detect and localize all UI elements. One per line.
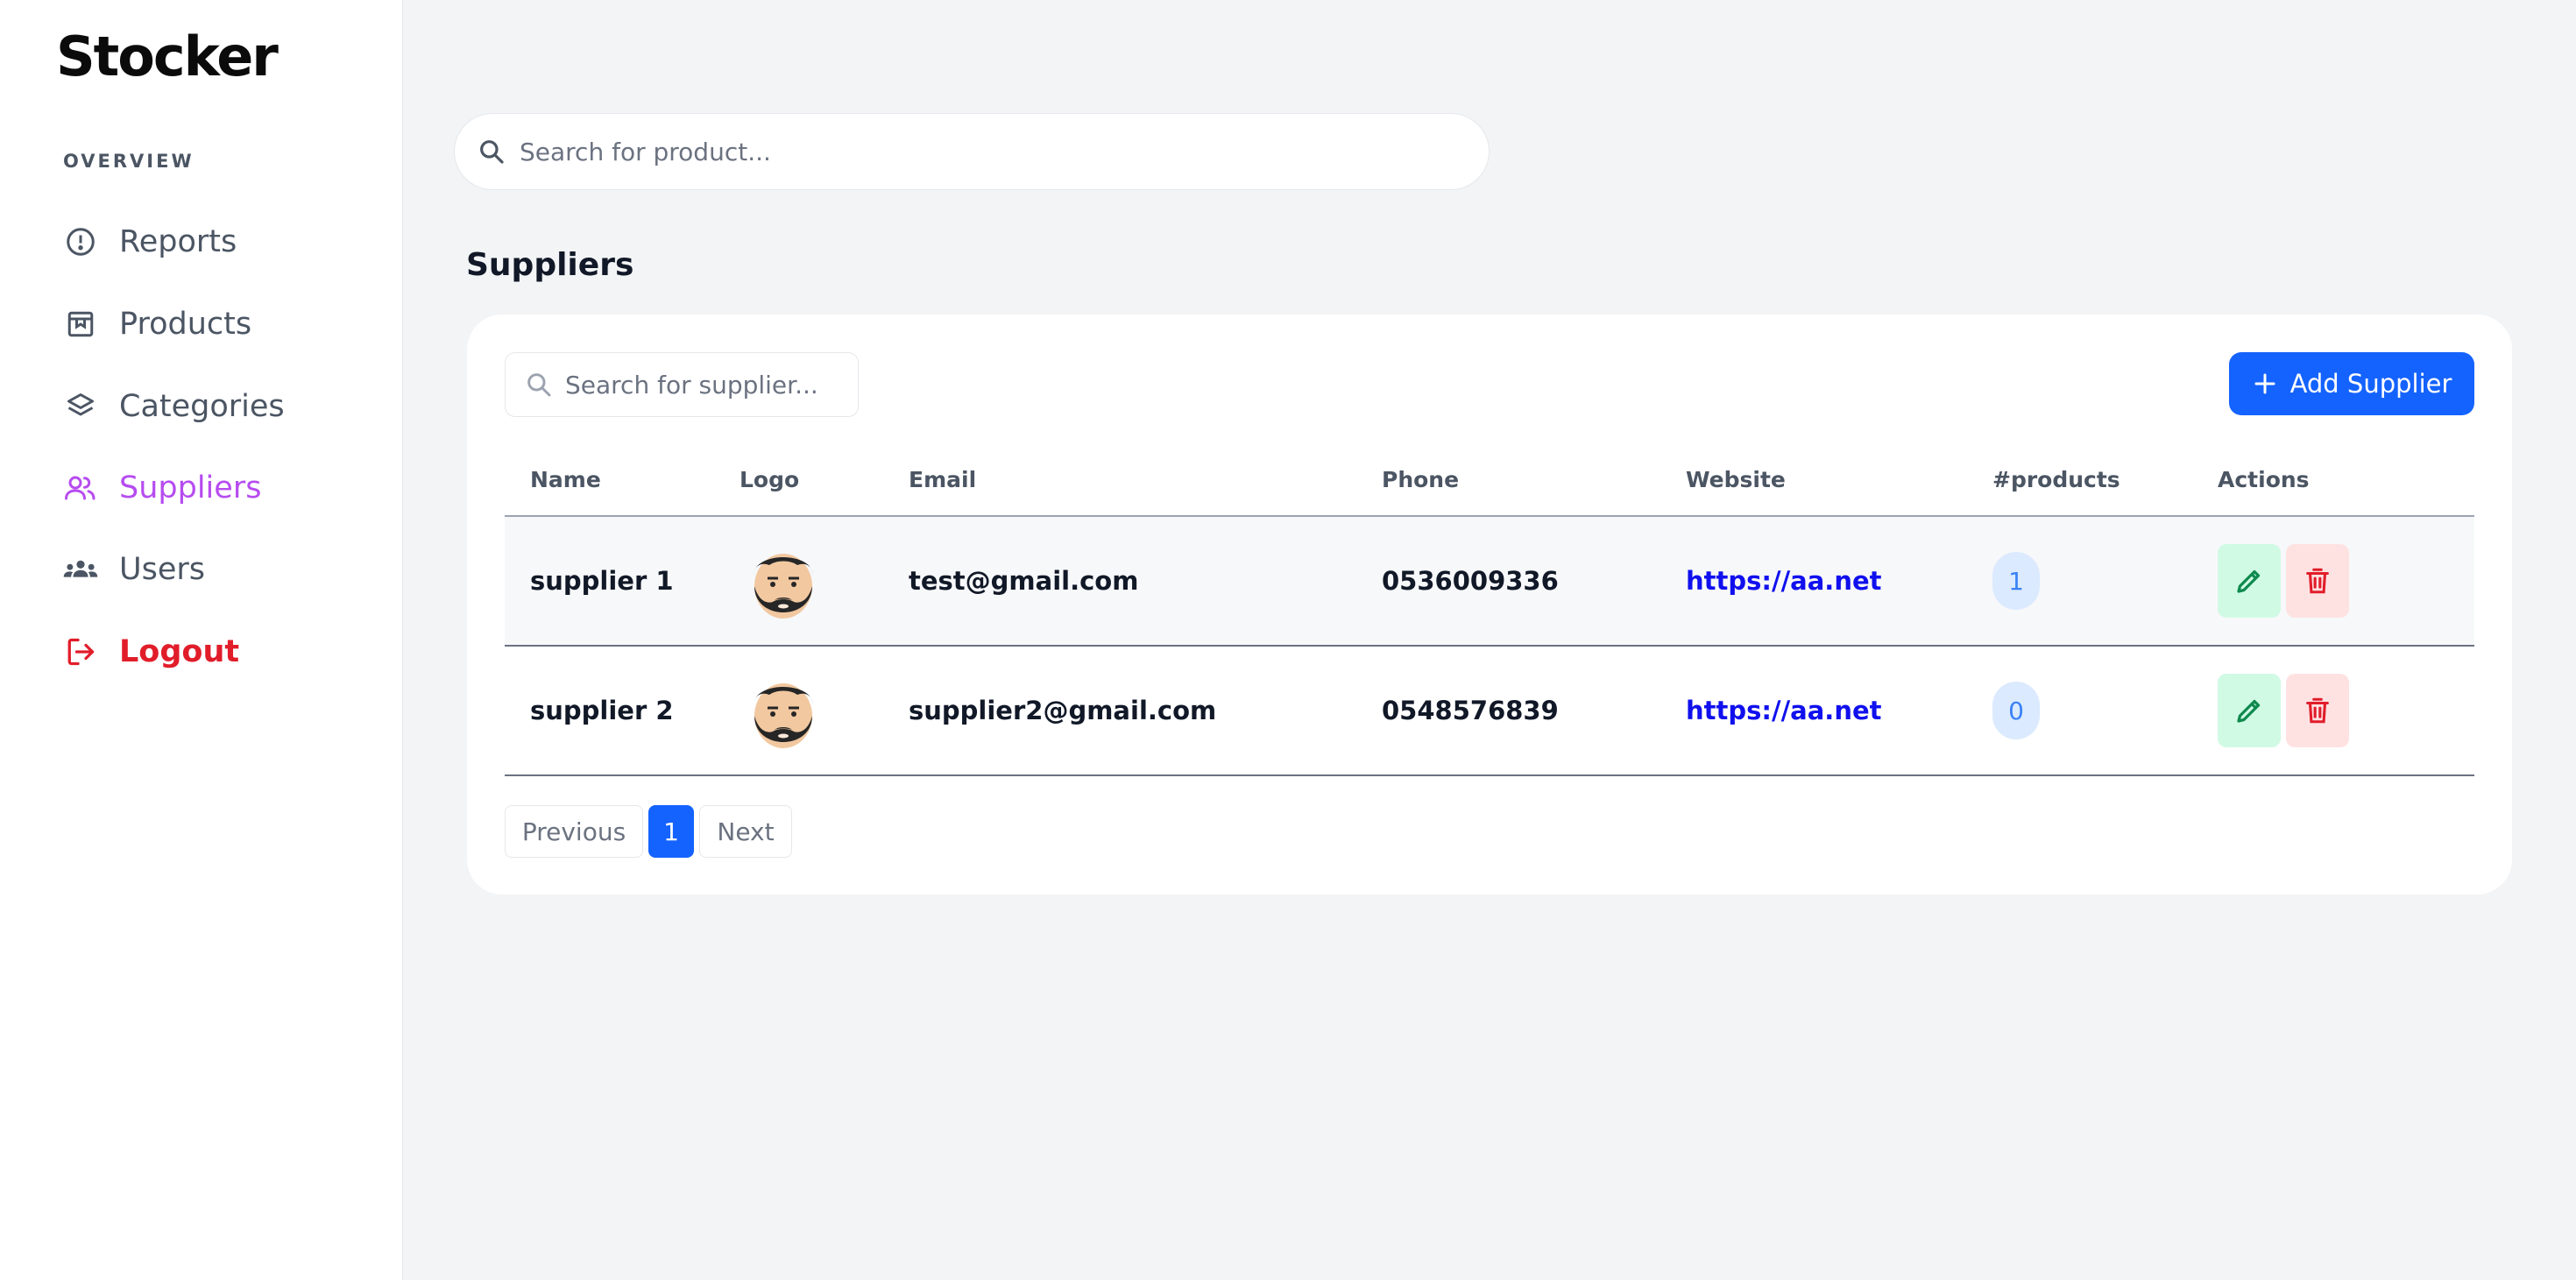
- sidebar-section-label: OVERVIEW: [63, 151, 195, 172]
- sidebar-item-label: Products: [119, 307, 252, 342]
- add-supplier-label: Add Supplier: [2289, 369, 2452, 399]
- column-header-website[interactable]: Website: [1686, 443, 1992, 517]
- sidebar-item-label: Users: [119, 552, 206, 587]
- suppliers-card: Add Supplier Name Logo Email Phone Websi…: [467, 315, 2512, 895]
- supplier-logo-avatar: [754, 554, 813, 619]
- sidebar-item-label: Categories: [119, 389, 285, 424]
- supplier-email: test@gmail.com: [909, 516, 1382, 647]
- supplier-search-input[interactable]: [565, 370, 858, 400]
- pagination-next-button[interactable]: Next: [699, 805, 792, 858]
- supplier-search-box: [505, 352, 859, 417]
- sidebar-item-suppliers[interactable]: Suppliers: [63, 463, 261, 513]
- logout-icon: [63, 634, 98, 669]
- edit-button[interactable]: [2218, 544, 2281, 618]
- delete-button[interactable]: [2286, 674, 2349, 747]
- product-search-input[interactable]: [520, 137, 1489, 166]
- table-row: supplier 2 supplier2@gmail.com 054857683…: [505, 646, 2474, 776]
- sidebar-item-label: Logout: [119, 634, 240, 669]
- users-icon: [63, 470, 98, 506]
- table-header-row: Name Logo Email Phone Website #products …: [505, 443, 2474, 517]
- delete-button[interactable]: [2286, 544, 2349, 618]
- suppliers-table: Name Logo Email Phone Website #products …: [505, 443, 2474, 776]
- box-icon: [63, 307, 98, 342]
- sidebar-item-products[interactable]: Products: [63, 300, 251, 349]
- column-header-name[interactable]: Name: [505, 443, 740, 517]
- sidebar-item-label: Suppliers: [119, 470, 262, 506]
- supplier-email: supplier2@gmail.com: [909, 646, 1382, 776]
- pagination: Previous 1 Next: [505, 805, 792, 858]
- supplier-website-link[interactable]: https://aa.net: [1686, 566, 1882, 596]
- edit-button[interactable]: [2218, 674, 2281, 747]
- column-header-products[interactable]: #products: [1992, 443, 2218, 517]
- add-supplier-button[interactable]: Add Supplier: [2229, 352, 2474, 415]
- page-title: Suppliers: [466, 247, 634, 283]
- column-header-phone[interactable]: Phone: [1382, 443, 1686, 517]
- supplier-phone: 0536009336: [1382, 516, 1686, 647]
- pencil-icon: [2237, 569, 2261, 593]
- alert-circle-icon: [63, 224, 98, 259]
- plus-icon: [2252, 371, 2278, 397]
- layers-icon: [63, 389, 98, 424]
- table-row: supplier 1 test@gmail.com 0536009336 htt…: [505, 516, 2474, 647]
- supplier-name: supplier 2: [505, 646, 740, 776]
- pencil-icon: [2237, 699, 2261, 723]
- supplier-name: supplier 1: [505, 516, 740, 647]
- team-icon: [63, 552, 98, 587]
- product-count-badge: 1: [1992, 552, 2040, 610]
- product-search-bar: [454, 113, 1490, 190]
- pagination-previous-button[interactable]: Previous: [505, 805, 643, 858]
- supplier-logo-avatar: [754, 683, 813, 748]
- sidebar-item-reports[interactable]: Reports: [63, 217, 237, 266]
- trash-icon: [2306, 697, 2329, 724]
- search-icon: [525, 371, 553, 399]
- pagination-page-button[interactable]: 1: [648, 805, 694, 858]
- supplier-phone: 0548576839: [1382, 646, 1686, 776]
- column-header-actions: Actions: [2218, 443, 2474, 517]
- column-header-logo[interactable]: Logo: [740, 443, 909, 517]
- sidebar: Stocker OVERVIEW Reports Products Catego…: [0, 0, 403, 1280]
- trash-icon: [2306, 568, 2329, 594]
- brand-logo: Stocker: [56, 25, 279, 88]
- sidebar-item-logout[interactable]: Logout: [63, 627, 239, 676]
- sidebar-item-label: Reports: [119, 224, 237, 259]
- supplier-website-link[interactable]: https://aa.net: [1686, 696, 1882, 725]
- column-header-email[interactable]: Email: [909, 443, 1382, 517]
- sidebar-item-categories[interactable]: Categories: [63, 382, 285, 431]
- product-count-badge: 0: [1992, 682, 2040, 739]
- search-icon: [478, 138, 506, 166]
- sidebar-item-users[interactable]: Users: [63, 545, 205, 594]
